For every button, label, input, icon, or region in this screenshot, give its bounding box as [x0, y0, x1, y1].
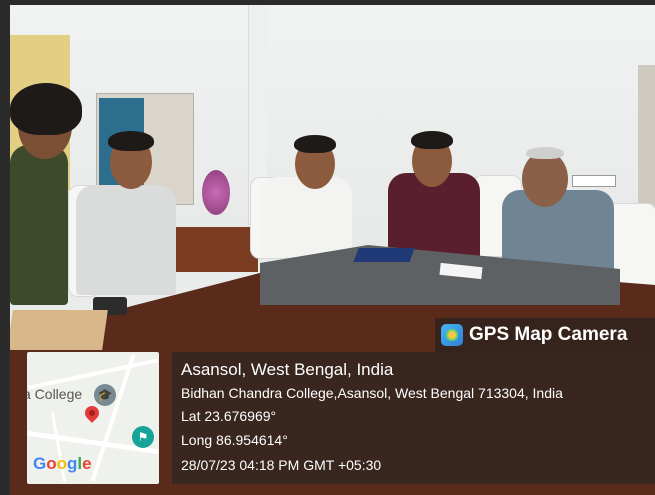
- google-logo: Google: [33, 454, 92, 473]
- map-place-label: a College: [27, 386, 83, 402]
- latitude: Lat 23.676969°: [181, 408, 277, 424]
- mini-map: a College 🎓 ⚑ Google: [27, 352, 159, 484]
- location-info-box: Asansol, West Bengal, India Bidhan Chand…: [172, 352, 655, 484]
- graduation-cap-icon: 🎓: [94, 384, 116, 406]
- location-title: Asansol, West Bengal, India: [181, 360, 394, 379]
- wall-socket: [572, 175, 616, 187]
- location-address: Bidhan Chandra College,Asansol, West Ben…: [181, 385, 563, 401]
- gps-map-camera-icon: [441, 324, 463, 346]
- map-pin-icon: [82, 403, 102, 423]
- gps-map-camera-title: GPS Map Camera: [469, 324, 628, 345]
- photo-frame: GPS Map Camera a College 🎓 ⚑ Google Asan…: [0, 0, 655, 495]
- flower-bouquet: [202, 170, 230, 215]
- timestamp: 28/07/23 04:18 PM GMT +05:30: [181, 457, 382, 473]
- blue-folder: [353, 248, 415, 262]
- sideboard: [170, 227, 258, 272]
- landmark-icon: ⚑: [132, 426, 154, 448]
- longitude: Long 86.954614°: [181, 432, 288, 448]
- tray: [10, 310, 108, 350]
- map-road: [28, 358, 158, 390]
- gps-map-camera-label: GPS Map Camera: [435, 318, 655, 352]
